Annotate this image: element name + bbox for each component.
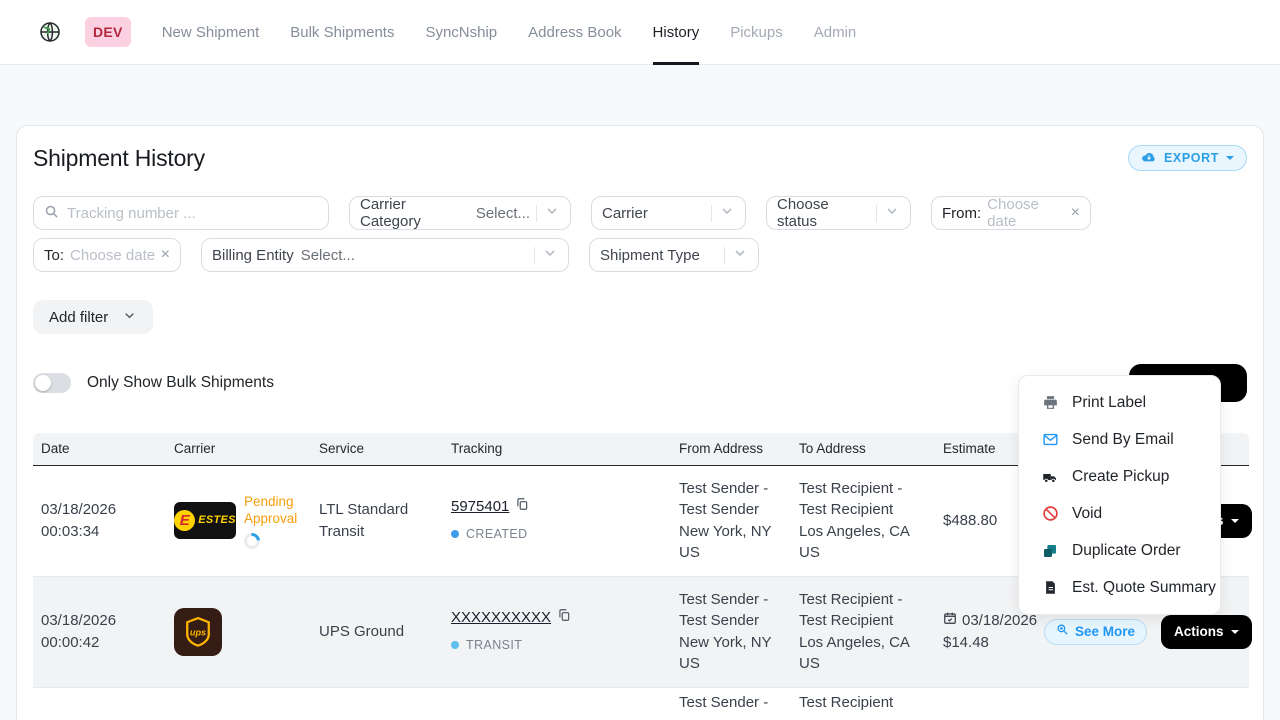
globe-logo-icon[interactable] <box>38 20 62 44</box>
chevron-down-icon <box>719 203 735 223</box>
cloud-download-icon <box>1141 149 1157 168</box>
clear-icon[interactable]: × <box>1071 205 1080 221</box>
copy-icon[interactable] <box>515 496 529 518</box>
menu-item-void[interactable]: Void <box>1019 495 1220 532</box>
export-button[interactable]: EXPORT <box>1128 145 1247 171</box>
table-row: Test Sender - Test Recipient <box>33 687 1249 720</box>
header-service: Service <box>311 433 443 465</box>
from-address: Test Sender -Test Sender New York, NYUS <box>671 465 791 576</box>
shipment-time: 00:00:42 <box>41 632 158 654</box>
svg-text:ups: ups <box>190 627 206 637</box>
service-name: LTL Standard Transit <box>319 499 431 542</box>
tracking-search-field[interactable] <box>33 196 329 230</box>
nav-item-history[interactable]: History <box>653 0 700 65</box>
pending-approval-badge: Pending Approval <box>244 493 306 527</box>
header-date: Date <box>33 433 166 465</box>
magnifier-plus-icon <box>1056 621 1069 643</box>
chevron-down-icon <box>1231 519 1239 523</box>
page-title: Shipment History <box>33 145 205 172</box>
filter-bar: Carrier Category Select... Carrier Choos… <box>33 196 1249 272</box>
bulk-shipments-toggle-label: Only Show Bulk Shipments <box>87 374 274 392</box>
file-icon <box>1041 579 1059 597</box>
email-icon <box>1041 431 1059 449</box>
chevron-down-icon <box>732 245 748 265</box>
loading-spinner-icon <box>241 529 264 552</box>
shipment-type-select[interactable]: Shipment Type <box>589 238 759 272</box>
nav-item-pickups[interactable]: Pickups <box>730 0 783 65</box>
search-icon <box>44 204 59 223</box>
printer-icon <box>1041 394 1059 412</box>
menu-item-est-quote-summary[interactable]: Est. Quote Summary <box>1019 569 1220 606</box>
add-filter-button[interactable]: Add filter <box>33 300 153 334</box>
status-select[interactable]: Choose status <box>766 196 911 230</box>
status-dot <box>451 641 459 649</box>
header-to-address: To Address <box>791 433 935 465</box>
to-address: Test Recipient -Test Recipient Los Angel… <box>791 576 935 687</box>
chevron-down-icon <box>884 203 900 223</box>
header-tracking: Tracking <box>443 433 671 465</box>
nav-item-address-book[interactable]: Address Book <box>528 0 621 65</box>
estimate-amount: $14.48 <box>943 632 1028 654</box>
from-address: Test Sender -Test Sender New York, NYUS <box>671 576 791 687</box>
env-badge: DEV <box>85 17 131 47</box>
estes-carrier-logo: E ESTES <box>174 502 236 539</box>
calendar-check-icon <box>943 610 957 632</box>
nav-item-admin[interactable]: Admin <box>814 0 857 65</box>
estimate-amount: $488.80 <box>943 512 997 529</box>
chevron-down-icon <box>1226 156 1234 160</box>
tracking-number-link[interactable]: 5975401 <box>451 496 509 518</box>
duplicate-icon <box>1041 542 1059 560</box>
chevron-down-icon <box>544 203 560 223</box>
from-date-field[interactable]: From: Choose date × <box>931 196 1091 230</box>
tracking-number-link[interactable]: XXXXXXXXXX <box>451 607 551 629</box>
to-address: Test Recipient -Test Recipient Los Angel… <box>791 465 935 576</box>
void-icon <box>1041 505 1059 523</box>
menu-item-create-pickup[interactable]: Create Pickup <box>1019 458 1220 495</box>
shipment-date: 03/18/2026 <box>41 499 158 521</box>
nav-item-syncnship[interactable]: SyncNship <box>425 0 497 65</box>
from-address: Test Sender - <box>671 687 791 720</box>
copy-icon[interactable] <box>557 607 571 629</box>
actions-button[interactable]: Actions <box>1161 615 1252 649</box>
top-navbar: DEV New Shipment Bulk Shipments SyncNshi… <box>0 0 1280 65</box>
menu-item-duplicate-order[interactable]: Duplicate Order <box>1019 532 1220 569</box>
chevron-down-icon <box>1231 630 1239 634</box>
actions-dropdown-menu: Print Label Send By Email Create Pickup … <box>1018 375 1221 615</box>
truck-icon <box>1041 468 1059 486</box>
header-from-address: From Address <box>671 433 791 465</box>
clear-icon[interactable]: × <box>161 247 170 263</box>
see-more-button[interactable]: See More <box>1044 619 1147 645</box>
status-badge: CREATED <box>466 524 528 546</box>
menu-item-send-by-email[interactable]: Send By Email <box>1019 421 1220 458</box>
status-badge: TRANSIT <box>466 635 522 657</box>
chevron-down-icon <box>122 308 137 327</box>
status-dot <box>451 530 459 538</box>
to-address: Test Recipient <box>791 687 935 720</box>
chevron-down-icon <box>542 245 558 265</box>
nav-item-bulk-shipments[interactable]: Bulk Shipments <box>290 0 394 65</box>
tracking-number-input[interactable] <box>67 205 318 222</box>
nav-item-new-shipment[interactable]: New Shipment <box>162 0 260 65</box>
billing-entity-select[interactable]: Billing Entity Select... <box>201 238 569 272</box>
bulk-shipments-toggle[interactable] <box>33 373 71 393</box>
to-date-field[interactable]: To: Choose date × <box>33 238 181 272</box>
shipment-date: 03/18/2026 <box>41 610 158 632</box>
shipment-time: 00:03:34 <box>41 521 158 543</box>
service-name: UPS Ground <box>319 621 431 643</box>
ups-carrier-logo: ups <box>174 608 222 656</box>
carrier-category-select[interactable]: Carrier Category Select... <box>349 196 571 230</box>
header-carrier: Carrier <box>166 433 311 465</box>
menu-item-print-label[interactable]: Print Label <box>1019 384 1220 421</box>
carrier-select[interactable]: Carrier <box>591 196 746 230</box>
